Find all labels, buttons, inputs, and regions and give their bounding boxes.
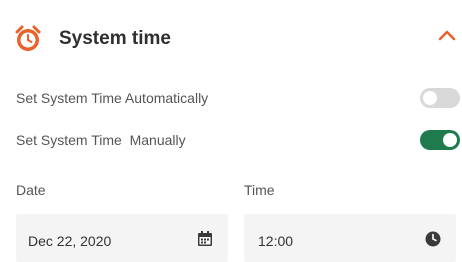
date-label: Date <box>16 182 46 198</box>
manual-time-toggle[interactable] <box>420 130 460 150</box>
manual-time-label: Set System Time Manually <box>16 132 186 148</box>
date-field[interactable]: Dec 22, 2020 <box>16 214 228 262</box>
time-field[interactable]: 12:00 <box>244 214 456 262</box>
chevron-up-icon[interactable] <box>436 25 458 47</box>
section-title: System time <box>59 28 171 49</box>
clock-icon[interactable] <box>424 230 442 248</box>
calendar-icon[interactable] <box>196 230 214 248</box>
auto-time-toggle[interactable] <box>420 88 460 108</box>
system-time-panel: System time Set System Time Automaticall… <box>0 0 462 262</box>
time-label: Time <box>244 182 275 198</box>
auto-time-label: Set System Time Automatically <box>16 90 209 106</box>
section-header: System time <box>12 20 458 56</box>
date-value: Dec 22, 2020 <box>28 233 112 249</box>
alarm-clock-icon <box>12 22 44 54</box>
manual-time-row: Set System Time Manually <box>16 126 460 154</box>
auto-time-row: Set System Time Automatically <box>16 84 460 112</box>
toggle-knob <box>423 91 437 105</box>
toggle-knob <box>443 133 457 147</box>
time-value: 12:00 <box>258 233 294 249</box>
